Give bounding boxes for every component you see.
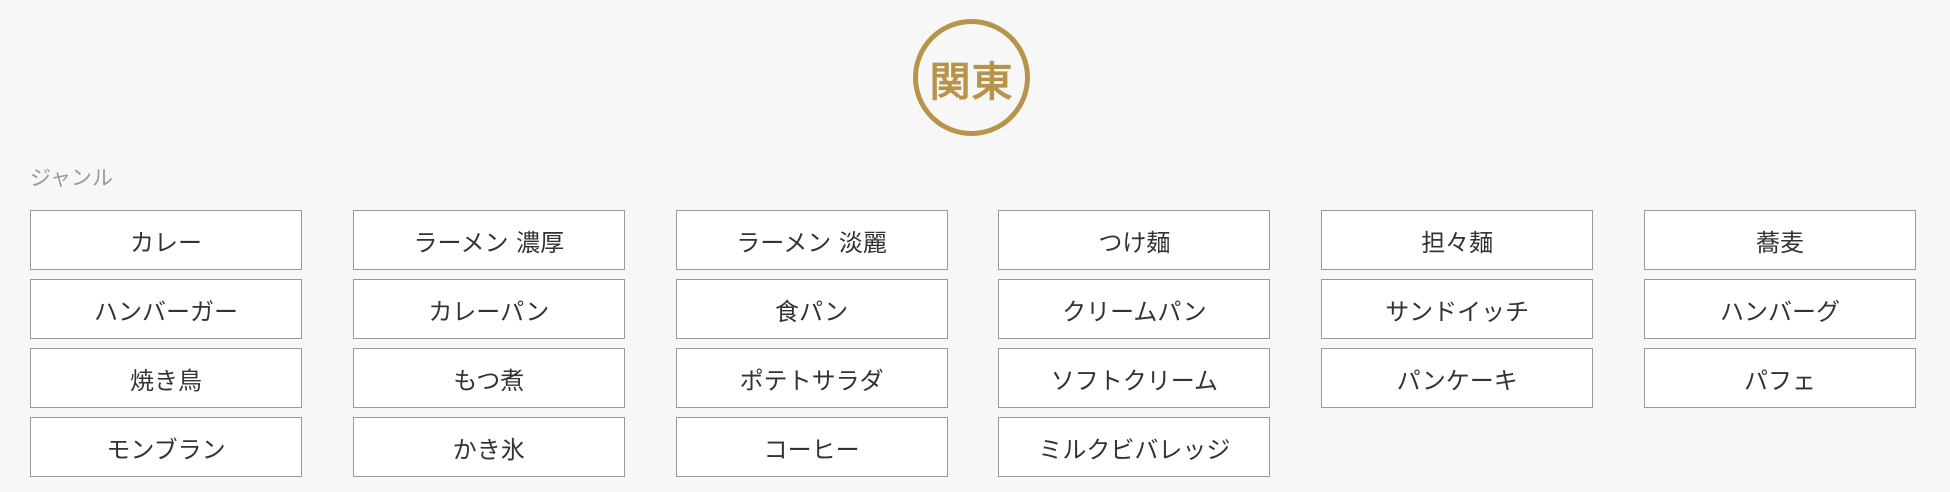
genre-button-hamburg-steak[interactable]: ハンバーグ [1643, 279, 1916, 339]
genre-section-label: ジャンル [30, 166, 113, 190]
genre-button-tsukemen[interactable]: つけ麺 [998, 210, 1271, 270]
region-badge-label: 関東 [929, 57, 1014, 106]
genre-button-curry[interactable]: カレー [30, 210, 302, 270]
genre-button-hamburger[interactable]: ハンバーガー [30, 279, 302, 339]
genre-button-sandwich[interactable]: サンドイッチ [1321, 279, 1594, 339]
genre-button-milk-beverage[interactable]: ミルクビバレッジ [998, 417, 1271, 477]
genre-button-parfait[interactable]: パフェ [1643, 348, 1916, 408]
genre-button-potato-salad[interactable]: ポテトサラダ [675, 348, 948, 408]
genre-button-soba[interactable]: 蕎麦 [1643, 210, 1916, 270]
genre-button-ramen-light[interactable]: ラーメン 淡麗 [675, 210, 948, 270]
genre-button-coffee[interactable]: コーヒー [675, 417, 948, 477]
region-badge: 関東 [913, 19, 1030, 136]
genre-button-soft-serve[interactable]: ソフトクリーム [998, 348, 1271, 408]
genre-button-cream-bread[interactable]: クリームパン [998, 279, 1271, 339]
genre-button-shokupan[interactable]: 食パン [675, 279, 948, 339]
genre-button-yakitori[interactable]: 焼き鳥 [30, 348, 302, 408]
genre-button-kakigori[interactable]: かき氷 [352, 417, 625, 477]
genre-button-mont-blanc[interactable]: モンブラン [30, 417, 302, 477]
genre-button-curry-bread[interactable]: カレーパン [352, 279, 625, 339]
genre-button-ramen-rich[interactable]: ラーメン 濃厚 [352, 210, 625, 270]
genre-button-tantanmen[interactable]: 担々麺 [1321, 210, 1594, 270]
genre-grid: カレー ラーメン 濃厚 ラーメン 淡麗 つけ麺 担々麺 蕎麦 ハンバーガー カレ… [30, 210, 1916, 477]
genre-button-motsuni[interactable]: もつ煮 [352, 348, 625, 408]
genre-button-pancake[interactable]: パンケーキ [1321, 348, 1594, 408]
